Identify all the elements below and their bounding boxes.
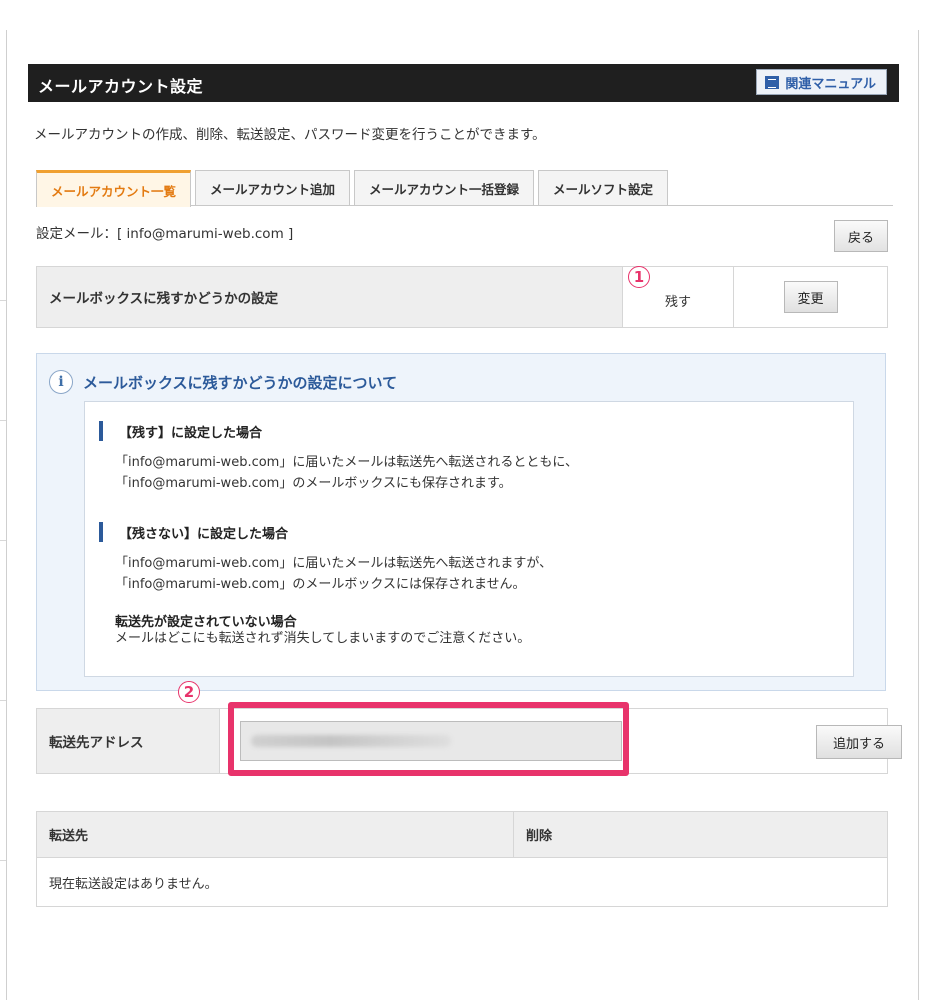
mailbox-keep-change-cell: 変更 <box>733 267 887 327</box>
annotation-marker-2: 2 <box>178 681 200 703</box>
tab-bar: メールアカウント一覧 メールアカウント追加 メールアカウント一括登録 メールソフ… <box>36 170 669 207</box>
page-title: メールアカウント設定 <box>38 77 204 96</box>
tab-account-list[interactable]: メールアカウント一覧 <box>36 170 192 207</box>
related-manual-button[interactable]: 関連マニュアル <box>756 69 887 95</box>
manual-book-icon <box>765 75 780 89</box>
annotation-marker-1: 1 <box>628 266 650 288</box>
section-no-keep-heading: 【残さない】に設定した場合 <box>99 522 288 542</box>
add-forward-button[interactable]: 追加する <box>816 725 902 759</box>
section-keep-line-2: 「info@marumi-web.com」のメールボックスにも保存されます。 <box>115 476 512 491</box>
page-description: メールアカウントの作成、削除、転送設定、パスワード変更を行うことができます。 <box>34 127 546 143</box>
mailbox-keep-label: メールボックスに残すかどうかの設定 <box>37 267 622 327</box>
section-no-keep-line-2: 「info@marumi-web.com」のメールボックスには保存されません。 <box>115 577 526 592</box>
column-delete: 削除 <box>526 829 553 844</box>
mailbox-keep-setting-row: メールボックスに残すかどうかの設定 残す 変更 <box>36 266 888 328</box>
table-header: 転送先 削除 <box>37 812 887 858</box>
change-button[interactable]: 変更 <box>783 281 838 313</box>
info-panel: i メールボックスに残すかどうかの設定について 【残す】に設定した場合 「inf… <box>36 353 886 691</box>
annotation-highlight-box <box>228 702 629 776</box>
info-content: 【残す】に設定した場合 「info@marumi-web.com」に届いたメール… <box>84 401 854 677</box>
tab-account-bulk-register[interactable]: メールアカウント一括登録 <box>354 170 535 206</box>
info-title: メールボックスに残すかどうかの設定について <box>83 373 398 392</box>
target-mail-address: 設定メール：[ info@marumi-web.com ] <box>36 226 294 242</box>
section-keep-line-1: 「info@marumi-web.com」に届いたメールは転送先へ転送されるとと… <box>115 455 578 470</box>
table-empty-row: 現在転送設定はありません。 <box>37 858 887 906</box>
tab-account-add[interactable]: メールアカウント追加 <box>195 170 351 206</box>
note-text: メールはどこにも転送されず消失してしまいますのでご注意ください。 <box>115 631 531 646</box>
section-keep-heading: 【残す】に設定した場合 <box>99 421 262 441</box>
forward-address-label: 転送先アドレス <box>37 709 219 773</box>
window-left-edge <box>6 30 7 1000</box>
info-header: i メールボックスに残すかどうかの設定について <box>49 370 397 394</box>
forward-table: 転送先 削除 現在転送設定はありません。 <box>36 811 888 907</box>
section-header: メールアカウント設定 関連マニュアル <box>28 64 899 102</box>
info-icon: i <box>49 370 73 394</box>
column-forward-to: 転送先 <box>37 812 514 857</box>
related-manual-label: 関連マニュアル <box>785 76 876 92</box>
tab-mail-software-settings[interactable]: メールソフト設定 <box>538 170 669 206</box>
back-button[interactable]: 戻る <box>834 220 888 252</box>
window-right-edge <box>918 30 919 1000</box>
section-no-keep-line-1: 「info@marumi-web.com」に届いたメールは転送先へ転送されますが… <box>115 556 553 571</box>
